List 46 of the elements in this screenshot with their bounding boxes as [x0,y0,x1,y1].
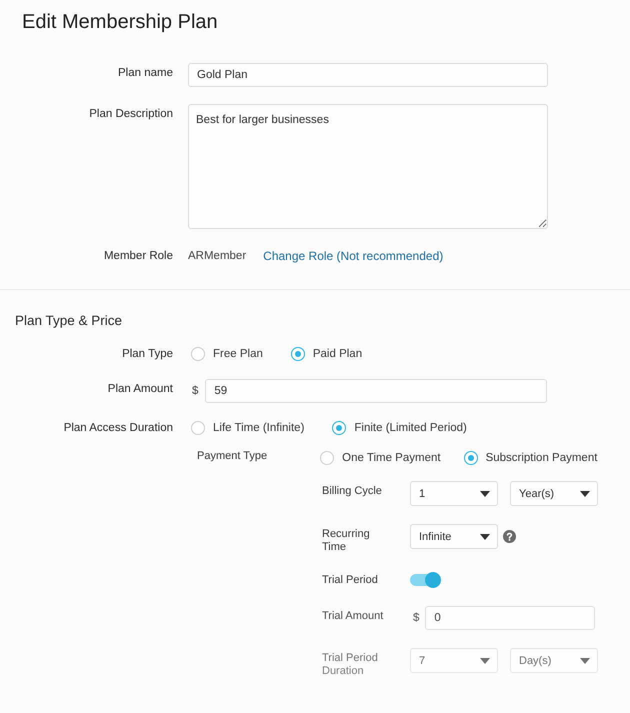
radio-button[interactable] [332,421,346,435]
text-field[interactable]: Gold Plan [188,63,548,87]
caret-icon [480,658,490,664]
radio-button[interactable] [320,451,334,465]
field-label: Plan Description [89,107,173,122]
caret-icon [580,658,590,664]
radio-button[interactable] [290,347,305,361]
caret-icon [480,534,490,540]
field-label: Trial Period [322,574,378,587]
field-label: Trial Period Duration [322,652,379,678]
radio-button[interactable] [464,451,478,465]
field-label: Payment Type [197,450,268,462]
field-label: Trial Amount [322,610,384,623]
field-label: Plan Amount [108,382,173,397]
page-title: Edit Membership Plan [22,10,218,35]
currency-symbol: $ [192,385,198,397]
radio-label[interactable]: One Time Payment [342,452,441,464]
field-label: Member Role [104,249,173,264]
radio-label[interactable]: Subscription Payment [486,452,598,464]
radio-button[interactable] [191,421,205,435]
field-label: Billing Cycle [322,485,382,498]
field-label: Plan Type [122,347,173,362]
change-role-link[interactable]: Change Role (Not recommended) [263,249,444,263]
radio-label[interactable]: Free Plan [213,348,263,360]
dropdown-select[interactable]: Day(s) [510,648,598,673]
radio-button[interactable] [191,347,205,361]
field-label: Plan Access Duration [64,421,173,436]
description-field[interactable]: Best for larger businesses [188,104,548,229]
dropdown-select[interactable]: Year(s) [510,481,598,506]
amount-field[interactable]: 59 [205,379,548,403]
help-icon[interactable] [503,530,516,543]
dropdown-select[interactable]: Infinite [410,524,498,549]
radio-label[interactable]: Life Time (Infinite) [213,422,304,434]
radio-label[interactable]: Finite (Limited Period) [354,422,467,434]
radio-label[interactable]: Paid Plan [312,348,362,360]
field-label: Plan name [118,66,173,81]
section-heading: Plan Type & Price [15,312,122,330]
caret-icon [480,490,490,496]
dropdown-select[interactable]: 7 [410,648,498,673]
dropdown-select[interactable]: 1 [410,481,498,506]
role-value: ARMember [188,250,246,262]
field-label: Recurring Time [322,528,371,554]
amount-field[interactable]: 0 [425,606,596,630]
caret-icon [580,490,590,496]
currency-symbol: $ [413,612,420,624]
toggle-switch[interactable] [410,572,442,588]
